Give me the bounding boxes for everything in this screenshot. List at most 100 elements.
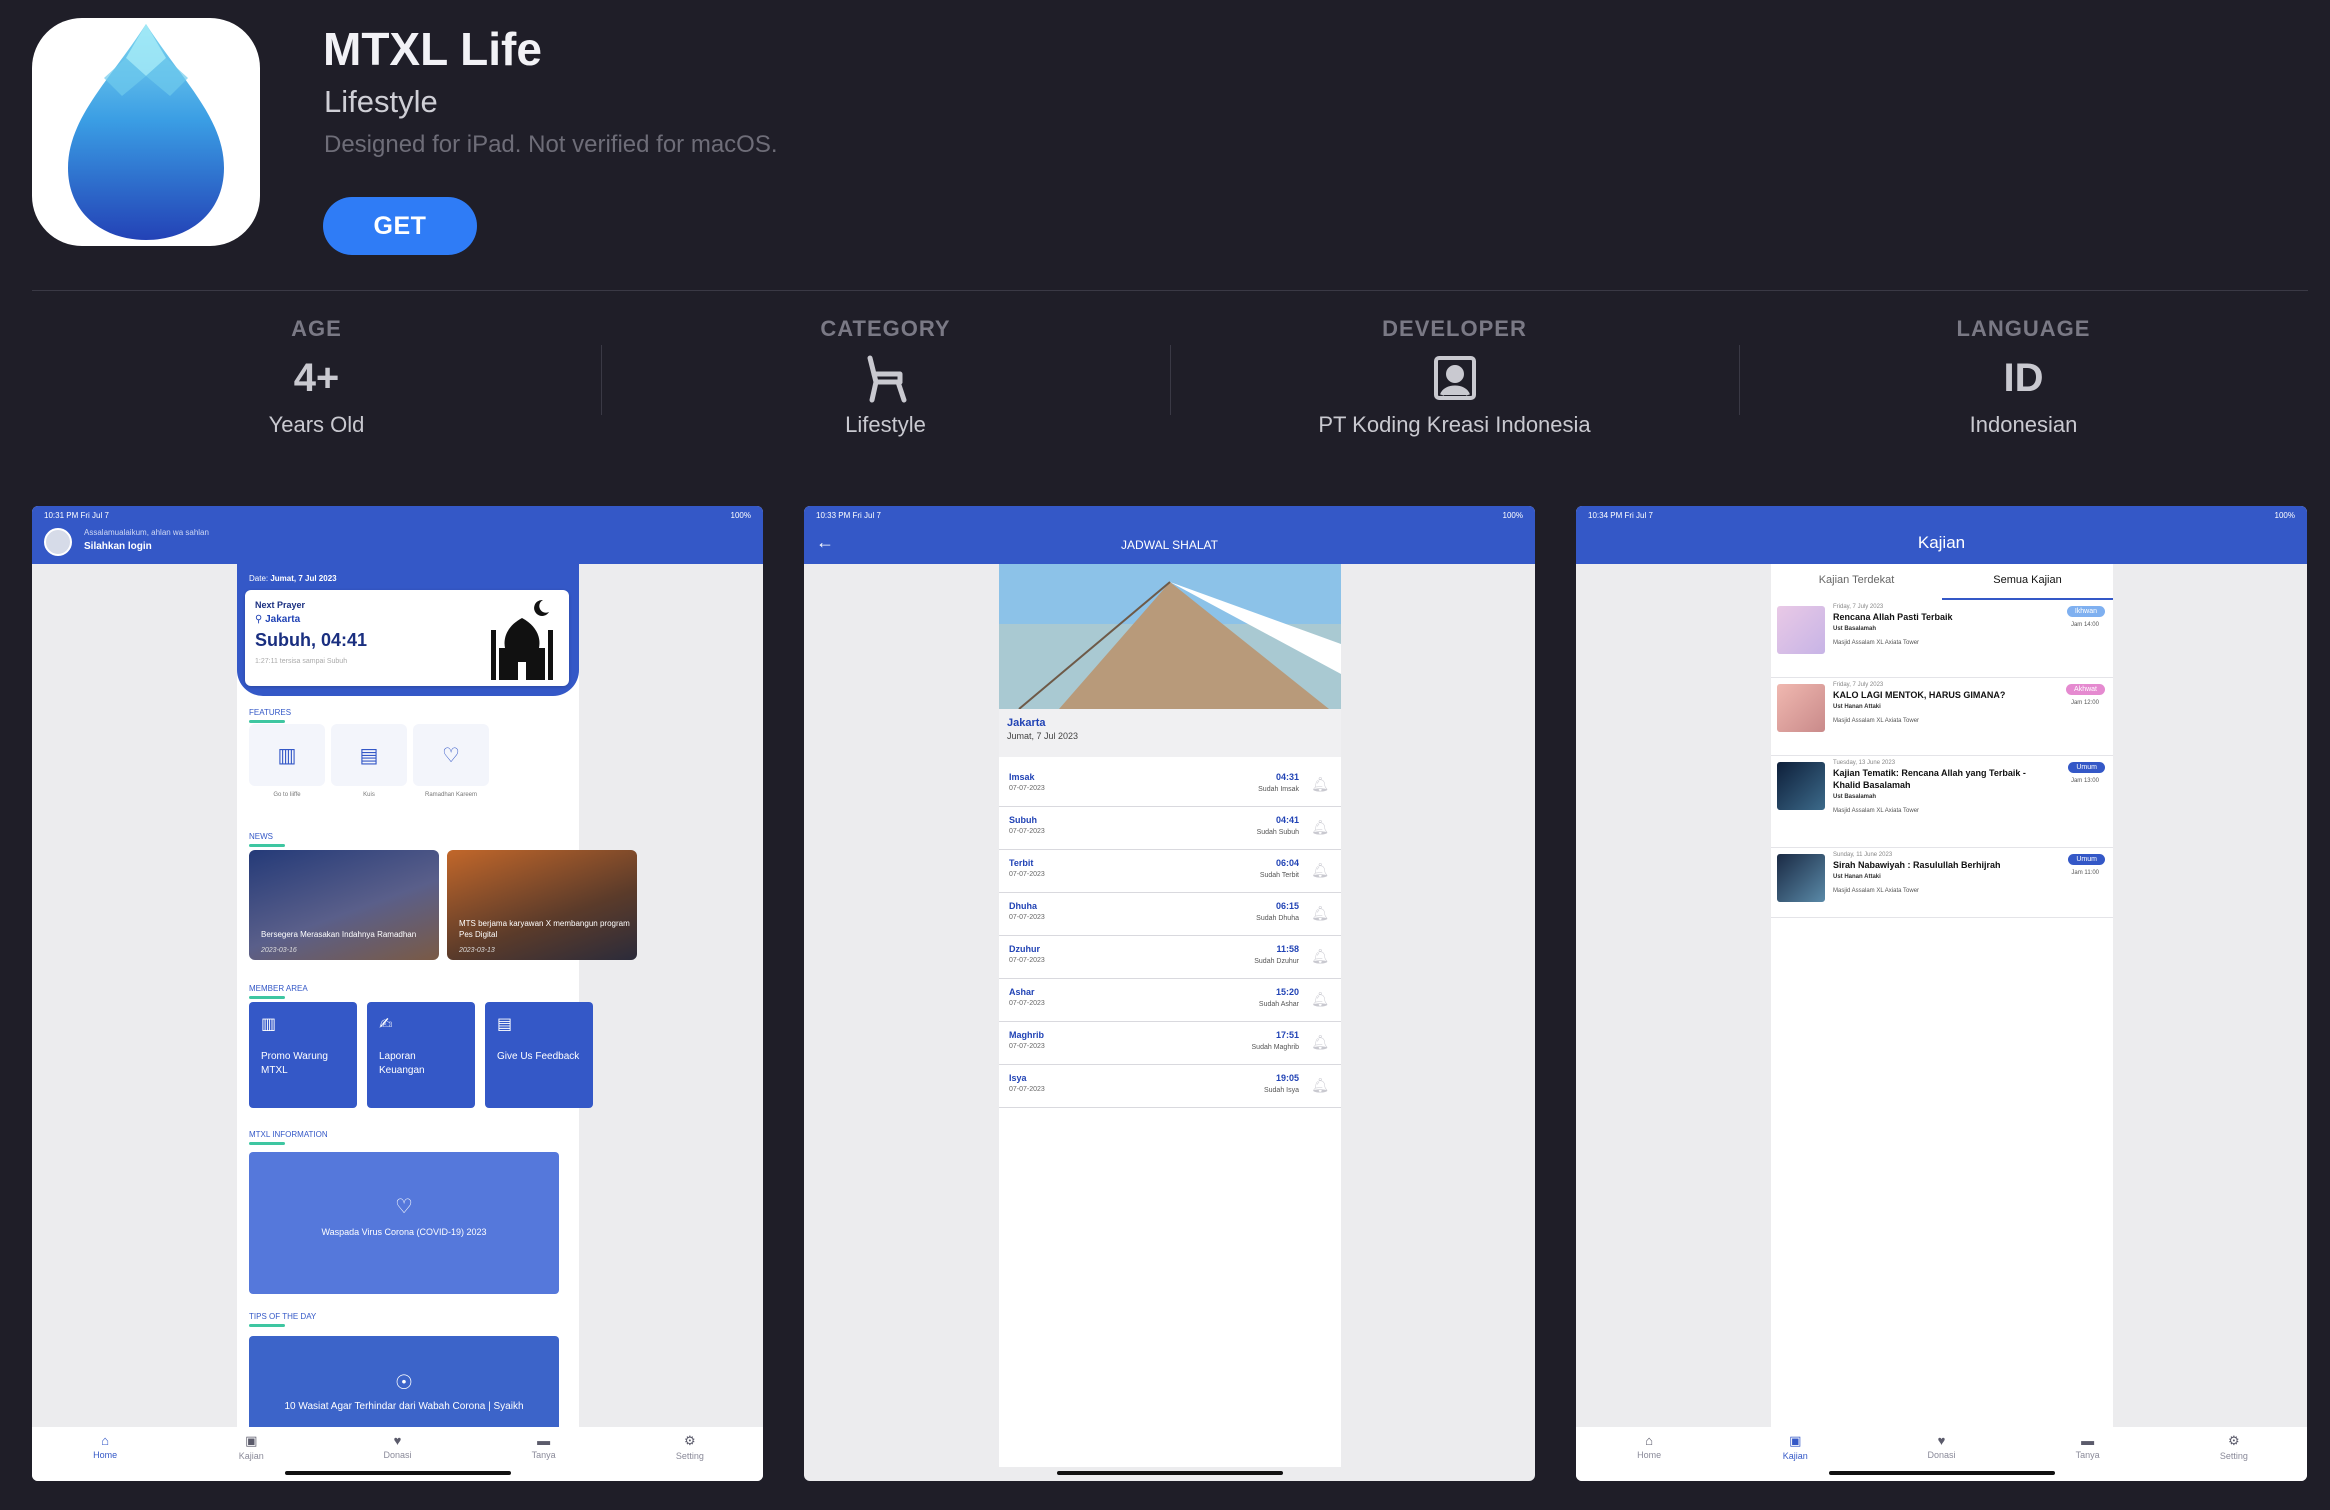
bell-icon[interactable]: 🔔︎ [1311, 905, 1329, 922]
gear-icon: ⚙ [2228, 1433, 2240, 1448]
greeting-text: Assalamualaikum, ahlan wa sahlan [84, 528, 209, 537]
tab-setting[interactable]: ⚙ Setting [2194, 1433, 2274, 1481]
feature-ramadhan[interactable]: ♡ [413, 724, 489, 786]
bell-icon[interactable]: 🔔︎ [1311, 1077, 1329, 1094]
prayer-time: 04:31 [1275, 772, 1299, 782]
prayer-row[interactable]: Ashar 07-07-2023 15:20 Sudah Ashar 🔔︎ [999, 979, 1341, 1022]
tab-tanya[interactable]: ▬ Tanya [504, 1433, 584, 1481]
screen-title: JADWAL SHALAT [1121, 538, 1218, 552]
status-time: 10:31 PM Fri Jul 7 [44, 510, 109, 520]
news-card[interactable]: Bersegera Merasakan Indahnya Ramadhan 20… [249, 850, 439, 960]
bell-icon[interactable]: 🔔︎ [1311, 948, 1329, 965]
kajian-row[interactable]: Friday, 7 July 2023 KALO LAGI MENTOK, HAR… [1771, 678, 2113, 756]
login-link[interactable]: Silahkan login [84, 541, 152, 552]
kajian-title: Sirah Nabawiyah : Rasulullah Berhijrah [1833, 860, 2001, 870]
screenshot-jadwal-shalat[interactable]: 10:33 PM Fri Jul 7 100% ← JADWAL SHALAT … [804, 506, 1535, 1481]
bell-icon[interactable]: 🔔︎ [1311, 862, 1329, 879]
section-tips: TIPS OF THE DAY [249, 1312, 316, 1327]
avatar[interactable] [44, 528, 72, 556]
tab-semua-kajian[interactable]: Semua Kajian [1942, 564, 2113, 600]
section-information: MTXL INFORMATION [249, 1130, 328, 1145]
compatibility-note: Designed for iPad. Not verified for macO… [324, 131, 778, 158]
prayer-time: 04:41 [1275, 815, 1299, 825]
screen-title: Kajian [1917, 533, 1966, 552]
prayer-status: Sudah Isya [1263, 1087, 1299, 1094]
feature-kuis[interactable]: ▤ [331, 724, 407, 786]
bell-icon[interactable]: 🔔︎ [1311, 1034, 1329, 1051]
location-label: ⚲ Jakarta [255, 614, 301, 625]
prayer-status: Sudah Imsak [1258, 786, 1299, 793]
kajian-icon: ▣ [1789, 1433, 1802, 1448]
kajian-icon: ▣ [245, 1433, 258, 1448]
kajian-ustadz: Ust Basalamah [1833, 794, 1877, 800]
member-promo[interactable]: ▥ Promo Warung MTXL [249, 1002, 357, 1108]
info-age: AGE 4+ Years Old [32, 316, 601, 438]
home-icon: ⌂ [101, 1433, 110, 1448]
prayer-row[interactable]: Dhuha 07-07-2023 06:15 Sudah Dhuha 🔔︎ [999, 893, 1341, 936]
kajian-thumbnail [1777, 854, 1825, 902]
get-button[interactable]: GET [323, 197, 477, 255]
home-indicator [1828, 1471, 2055, 1475]
bell-icon[interactable]: 🔔︎ [1311, 776, 1329, 793]
chair-icon [601, 352, 1170, 404]
prayer-row[interactable]: Dzuhur 07-07-2023 11:58 Sudah Dzuhur 🔔︎ [999, 936, 1341, 979]
kajian-tabs: Kajian Terdekat Semua Kajian [1771, 564, 2113, 600]
home-indicator [284, 1471, 511, 1475]
member-laporan[interactable]: ✍ Laporan Keuangan [367, 1002, 475, 1108]
status-bar: 10:34 PM Fri Jul 7 100% [1576, 506, 2307, 524]
tab-tanya[interactable]: ▬ Tanya [2048, 1433, 2128, 1481]
tab-kajian[interactable]: ▣ Kajian [211, 1433, 291, 1481]
feature-label: Kuis [363, 792, 375, 798]
tips-card[interactable]: ☉ 10 Wasiat Agar Terhindar dari Wabah Co… [249, 1336, 559, 1436]
member-feedback[interactable]: ▤ Give Us Feedback [485, 1002, 593, 1108]
location-name: Jakarta [1007, 717, 1046, 729]
kajian-row[interactable]: Sunday, 11 June 2023 Sirah Nabawiyah : Ra… [1771, 848, 2113, 918]
tab-kajian-terdekat[interactable]: Kajian Terdekat [1771, 564, 1942, 600]
prayer-row[interactable]: Subuh 07-07-2023 04:41 Sudah Subuh 🔔︎ [999, 807, 1341, 850]
donate-icon: ♥ [1937, 1433, 1946, 1448]
info-language: LANGUAGE ID Indonesian [1739, 316, 2308, 438]
kajian-date: Tuesday, 13 June 2023 [1833, 760, 1896, 766]
screenshot-kajian[interactable]: 10:34 PM Fri Jul 7 100% Kajian Kajian Te… [1576, 506, 2307, 1481]
bell-icon[interactable]: 🔔︎ [1311, 819, 1329, 836]
prayer-row[interactable]: Isya 07-07-2023 19:05 Sudah Isya 🔔︎ [999, 1065, 1341, 1108]
kajian-time: Jam 14:00 [2070, 622, 2099, 628]
kajian-row[interactable]: Tuesday, 13 June 2023 Kajian Tematik: Ren… [1771, 756, 2113, 848]
information-card[interactable]: ♡ Waspada Virus Corona (COVID-19) 2023 [249, 1152, 559, 1294]
info-sub: PT Koding Kreasi Indonesia [1318, 412, 1591, 437]
prayer-status: Sudah Dzuhur [1254, 958, 1299, 965]
news-card[interactable]: MTS berjama karyawan X membangun program… [447, 850, 637, 960]
prayer-time: 06:04 [1275, 858, 1299, 868]
prayer-row[interactable]: Maghrib 07-07-2023 17:51 Sudah Maghrib 🔔︎ [999, 1022, 1341, 1065]
bell-icon[interactable]: 🔔︎ [1311, 991, 1329, 1008]
kajian-date: Friday, 7 July 2023 [1833, 682, 1884, 688]
tab-setting[interactable]: ⚙ Setting [650, 1433, 730, 1481]
kajian-time: Jam 12:00 [2070, 700, 2099, 706]
screenshot-home[interactable]: 10:31 PM Fri Jul 7 100% Assalamualaikum,… [32, 506, 763, 1481]
kajian-row[interactable]: Friday, 7 July 2023 Rencana Allah Pasti T… [1771, 600, 2113, 678]
app-category-link[interactable]: Lifestyle [324, 84, 438, 120]
hand-icon: ✍ [379, 1016, 393, 1033]
tab-home[interactable]: ⌂ Home [1609, 1433, 1689, 1481]
next-prayer-card[interactable]: Next Prayer ⚲ Jakarta Subuh, 04:41 1:27:… [245, 590, 569, 686]
kajian-ustadz: Ust Basalamah [1833, 626, 1877, 632]
quiz-icon: ▤ [359, 744, 379, 767]
kajian-title: Kajian Tematik: Rencana Allah yang Terba… [1833, 768, 2026, 790]
prayer-row[interactable]: Terbit 07-07-2023 06:04 Sudah Terbit 🔔︎ [999, 850, 1341, 893]
information-text: Waspada Virus Corona (COVID-19) 2023 [321, 1227, 487, 1237]
kajian-ustadz: Ust Hanan Attaki [1833, 704, 1881, 710]
tab-kajian[interactable]: ▣ Kajian [1755, 1433, 1835, 1481]
status-time: 10:34 PM Fri Jul 7 [1588, 510, 1653, 520]
book-icon: ▥ [277, 744, 297, 767]
prayer-row[interactable]: Imsak 07-07-2023 04:31 Sudah Imsak 🔔︎ [999, 764, 1341, 807]
heart-icon: ♡ [442, 744, 460, 767]
mosque-icon [487, 596, 557, 687]
feature-go-to-life[interactable]: ▥ [249, 724, 325, 786]
kajian-place: Masjid Assalam XL Axiata Tower [1833, 888, 1920, 894]
info-developer[interactable]: DEVELOPER PT Koding Kreasi Indonesia [1170, 316, 1739, 438]
section-features: FEATURES [249, 708, 291, 723]
feature-label: Go to Iiiffe [273, 792, 301, 798]
info-category[interactable]: CATEGORY Lifestyle [601, 316, 1170, 438]
info-value: 4+ [293, 355, 340, 400]
tab-home[interactable]: ⌂ Home [65, 1433, 145, 1481]
